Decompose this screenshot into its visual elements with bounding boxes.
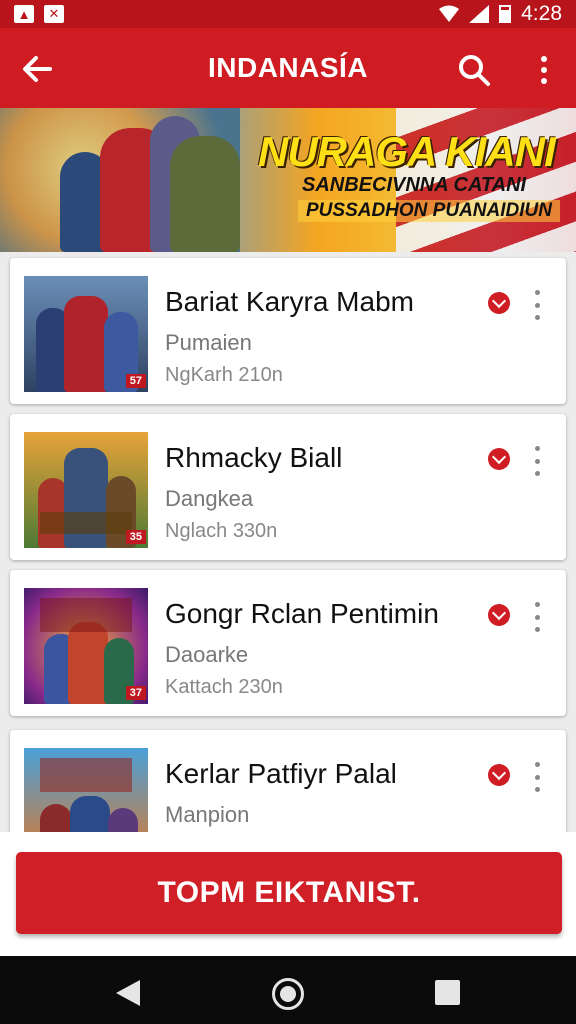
list-item[interactable]: Kerlar Patfiyr Palal Manpion: [10, 730, 566, 832]
item-title: Kerlar Patfiyr Palal: [165, 758, 397, 789]
item-subtitle: Manpion: [165, 802, 250, 827]
item-title: Rhmacky Biall: [165, 442, 343, 473]
chevron-down-icon[interactable]: [488, 764, 510, 786]
more-vert-icon[interactable]: [530, 446, 544, 476]
signal-icon: [469, 5, 490, 23]
chevron-down-icon[interactable]: [488, 604, 510, 626]
game-thumbnail: 35: [24, 432, 148, 548]
nav-home-icon[interactable]: [272, 978, 304, 1010]
status-bar: ▲ ✕ 4:28: [0, 0, 576, 28]
chevron-down-icon[interactable]: [488, 292, 510, 314]
promo-banner[interactable]: NURAGA KIANI SANBECIVNNA CATANI PUSSADHO…: [0, 108, 576, 252]
bottom-action-area: TOPM EIKTANIST.: [0, 832, 576, 956]
thumbnail-badge: 57: [125, 374, 146, 388]
banner-subtitle: SANBECIVNNA CATANI: [302, 174, 527, 196]
item-meta: Kattach 230n: [165, 676, 283, 698]
status-time: 4:28: [521, 2, 562, 25]
item-subtitle: Daoarke: [165, 642, 249, 667]
app-bar: INDANASÍA: [0, 28, 576, 108]
nav-back-icon[interactable]: [116, 980, 140, 1006]
thumbnail-logo: [40, 512, 132, 534]
game-list: 57 Bariat Karyra Mabm Pumaien NgKarh 210…: [0, 252, 576, 832]
list-item[interactable]: 37 Gongr Rclan Pentimin Daoarke Kattach …: [10, 570, 566, 716]
game-thumbnail: [24, 748, 148, 832]
thumbnail-badge: 37: [125, 686, 146, 700]
wifi-icon: [439, 5, 460, 22]
status-right: 4:28: [439, 2, 562, 26]
thumbnail-badge: 35: [125, 530, 146, 544]
more-vert-icon[interactable]: [532, 52, 556, 88]
hero-figure: [170, 136, 240, 252]
more-vert-icon[interactable]: [530, 290, 544, 320]
more-vert-icon[interactable]: [530, 762, 544, 792]
tools-icon: ✕: [44, 5, 64, 23]
nav-recents-icon[interactable]: [435, 980, 460, 1005]
game-thumbnail: 57: [24, 276, 148, 392]
search-icon[interactable]: [456, 52, 492, 88]
item-meta: NgKarh 210n: [165, 364, 283, 386]
item-meta: Nglach 330n: [165, 520, 278, 542]
battery-icon: [499, 5, 512, 23]
item-title: Bariat Karyra Mabm: [165, 286, 414, 317]
primary-action-button[interactable]: TOPM EIKTANIST.: [16, 852, 562, 934]
notification-icon: ▲: [14, 5, 34, 23]
item-subtitle: Pumaien: [165, 330, 252, 355]
list-item[interactable]: 35 Rhmacky Biall Dangkea Nglach 330n: [10, 414, 566, 560]
chevron-down-icon[interactable]: [488, 448, 510, 470]
banner-title: NURAGA KIANI: [258, 128, 556, 175]
item-title: Gongr Rclan Pentimin: [165, 598, 439, 629]
more-vert-icon[interactable]: [530, 602, 544, 632]
thumbnail-logo: [40, 758, 132, 792]
item-subtitle: Dangkea: [165, 486, 254, 511]
status-left-icons: ▲ ✕: [14, 5, 64, 23]
banner-subtitle: PUSSADHON PUANAIDIUN: [298, 200, 560, 222]
game-thumbnail: 37: [24, 588, 148, 704]
list-item[interactable]: 57 Bariat Karyra Mabm Pumaien NgKarh 210…: [10, 258, 566, 404]
thumbnail-logo: [40, 598, 132, 632]
